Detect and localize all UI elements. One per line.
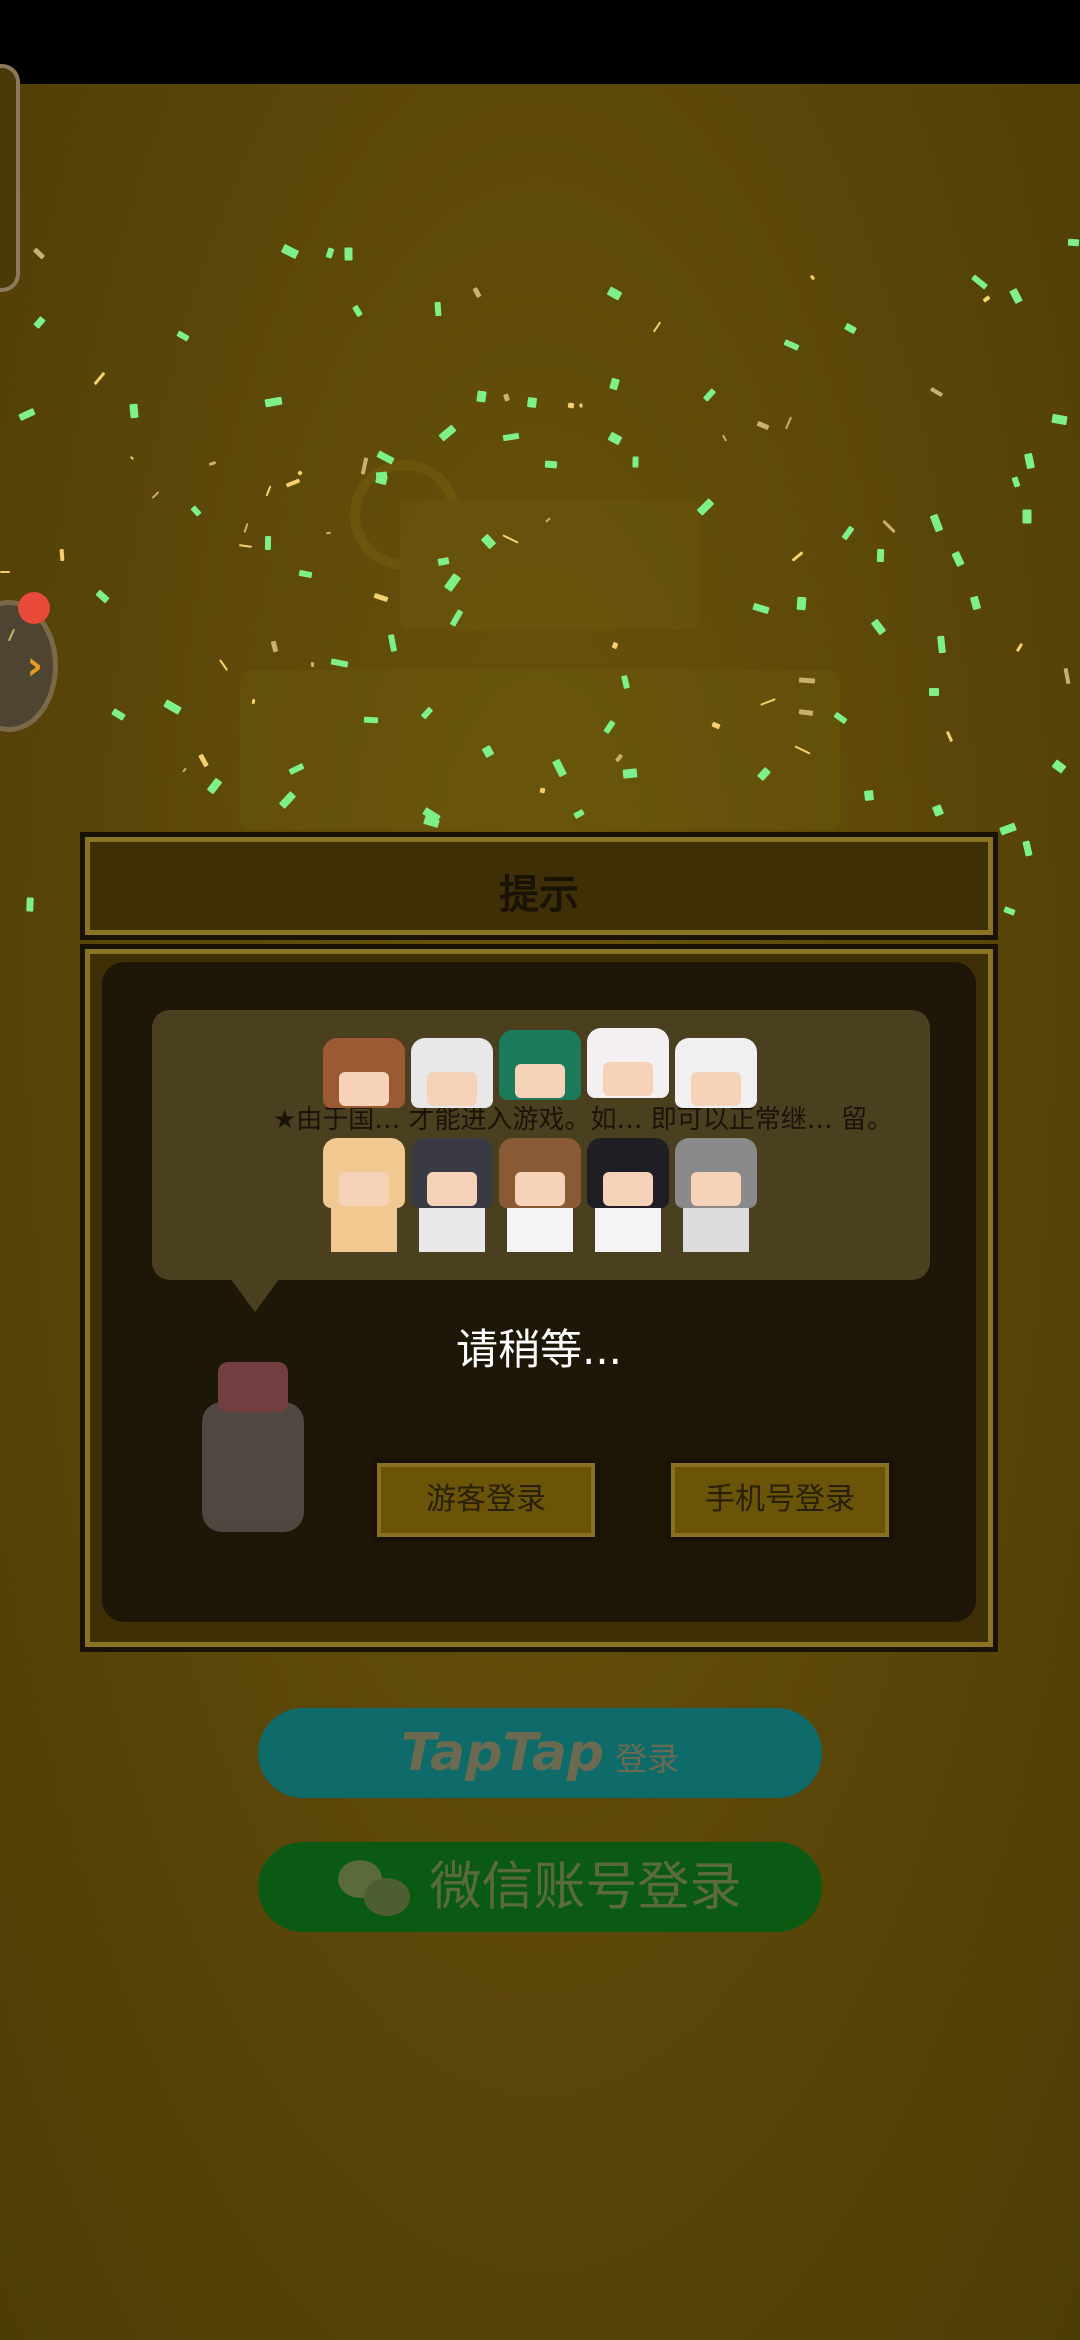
game-logo xyxy=(240,440,860,840)
confetti-piece xyxy=(26,897,34,912)
confetti-piece xyxy=(579,403,583,408)
character-lion xyxy=(323,1138,405,1252)
taptap-login-button[interactable]: TapTap 登录 xyxy=(258,1708,822,1798)
character-penguin xyxy=(587,1138,669,1252)
status-bar xyxy=(0,0,1080,84)
confetti-piece xyxy=(375,471,388,479)
confetti-piece xyxy=(129,403,139,419)
loading-characters xyxy=(323,1028,769,1288)
confetti-piece xyxy=(434,301,442,317)
character-dog xyxy=(499,1138,581,1252)
character-husky xyxy=(411,1138,493,1252)
confetti-piece xyxy=(864,790,874,801)
wechat-login-button[interactable]: 微信账号登录 xyxy=(258,1842,822,1932)
confetti-piece xyxy=(310,661,315,668)
confetti-piece xyxy=(59,548,65,562)
confetti-piece xyxy=(632,456,639,468)
confetti-piece xyxy=(1022,509,1032,524)
dialog-title: 提示 xyxy=(499,872,579,918)
wechat-login-label: 微信账号登录 xyxy=(429,1857,742,1918)
confetti-piece xyxy=(476,390,487,403)
confetti-piece xyxy=(0,571,10,573)
confetti-piece xyxy=(544,460,558,469)
confetti-piece xyxy=(876,548,885,563)
npc-character xyxy=(188,1362,318,1542)
confetti-piece xyxy=(798,677,816,684)
confetti-piece xyxy=(363,716,379,724)
taptap-login-label: 登录 xyxy=(615,1740,680,1778)
character-tiger-white xyxy=(675,1038,757,1108)
taptap-logo: TapTap xyxy=(400,1723,605,1783)
character-rabbit xyxy=(587,1028,669,1098)
character-dino xyxy=(499,1030,581,1100)
chevron-right-icon: › xyxy=(26,643,43,689)
confetti-piece xyxy=(622,768,638,779)
confetti-piece xyxy=(344,247,353,261)
notification-dot-icon xyxy=(18,592,50,624)
confetti-piece xyxy=(526,396,538,409)
confetti-piece xyxy=(796,596,807,611)
confetti-piece xyxy=(928,687,940,697)
character-bear xyxy=(323,1038,405,1108)
character-tiger-grey xyxy=(675,1138,757,1252)
confetti-piece xyxy=(1067,238,1080,247)
character-cat xyxy=(411,1038,493,1108)
wechat-icon xyxy=(338,1859,411,1916)
confetti-piece xyxy=(539,787,546,794)
confetti-piece xyxy=(264,535,272,551)
phone-login-button[interactable]: 手机号登录 xyxy=(666,1458,894,1542)
side-panel-tab[interactable] xyxy=(0,64,20,292)
guest-login-button[interactable]: 游客登录 xyxy=(372,1458,600,1542)
confetti-piece xyxy=(567,402,575,409)
